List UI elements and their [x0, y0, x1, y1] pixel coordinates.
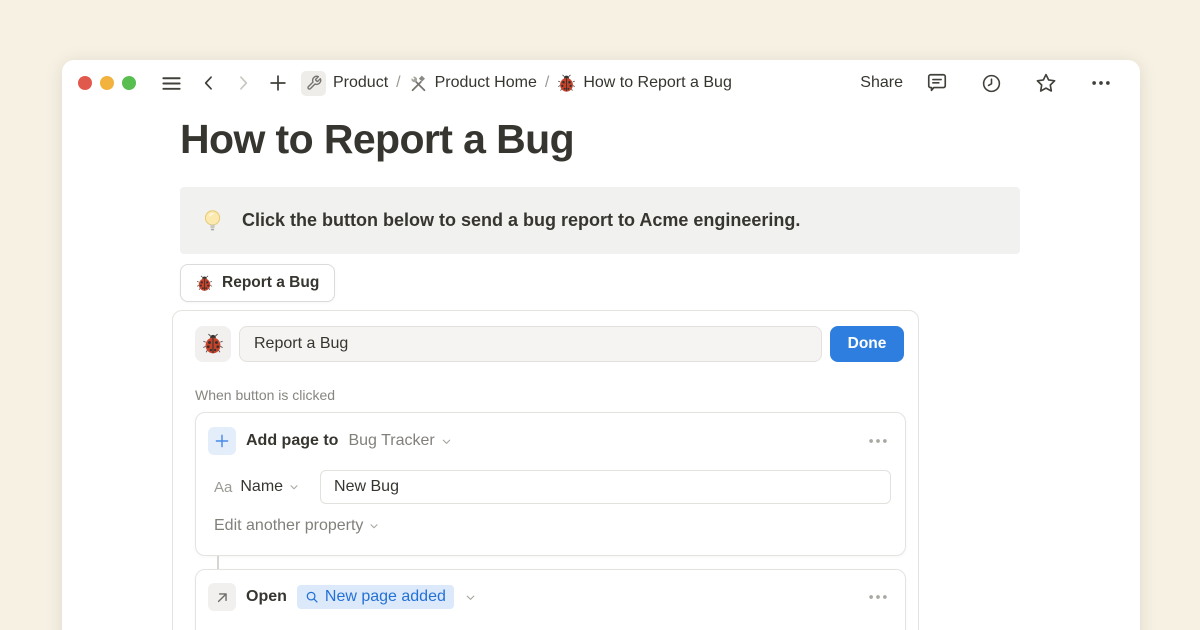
step-options-button[interactable]: [865, 584, 891, 610]
report-a-bug-button[interactable]: Report a Bug: [180, 264, 335, 302]
chevron-down-icon[interactable]: [464, 591, 477, 604]
light-bulb-icon: [200, 208, 225, 233]
arrow-up-right-icon: [208, 583, 236, 611]
database-selector[interactable]: Bug Tracker: [348, 432, 452, 450]
app-window: Product / Product Home / How to Report a…: [62, 60, 1140, 630]
new-page-button[interactable]: [265, 70, 291, 96]
breadcrumb-label: How to Report a Bug: [583, 74, 732, 92]
ladybug-icon: [557, 74, 576, 93]
comments-button[interactable]: [924, 70, 950, 96]
search-icon: [305, 590, 319, 604]
add-page-step-card: Add page to Bug Tracker Aa Name: [195, 412, 906, 556]
step-action-label: Open: [246, 588, 287, 606]
breadcrumb: Product / Product Home / How to Report a…: [301, 71, 732, 96]
hammer-wrench-icon: [409, 74, 428, 93]
button-name-input[interactable]: [239, 326, 822, 362]
sidebar-menu-button[interactable]: [158, 70, 185, 97]
step-action-row: Add page to Bug Tracker: [196, 413, 905, 455]
forward-button[interactable]: [231, 71, 255, 95]
clock-icon: [981, 73, 1002, 94]
chevron-down-icon: [440, 435, 453, 448]
breadcrumb-label: Product Home: [435, 74, 537, 92]
step-options-button[interactable]: [865, 428, 891, 454]
chevron-left-icon: [199, 73, 219, 93]
breadcrumb-item-product[interactable]: Product: [301, 71, 388, 96]
button-editor-panel: Done When button is clicked Add page to …: [172, 310, 919, 630]
edit-another-property-button[interactable]: Edit another property: [214, 517, 380, 535]
callout-block: Click the button below to send a bug rep…: [180, 187, 1020, 254]
step-action-label: Add page to: [246, 432, 338, 450]
button-icon-picker[interactable]: [195, 326, 231, 362]
plus-icon: [267, 72, 289, 94]
report-a-bug-button-label: Report a Bug: [222, 274, 319, 292]
updates-button[interactable]: [979, 71, 1004, 96]
ellipsis-icon: [867, 586, 889, 608]
open-page-step-card: Open New page added: [195, 569, 906, 630]
chevron-down-icon: [368, 520, 380, 532]
desktop-background: Product / Product Home / How to Report a…: [0, 0, 1200, 630]
step-action-row: Open New page added: [196, 570, 905, 611]
close-button[interactable]: [78, 76, 92, 90]
plus-icon: [208, 427, 236, 455]
chevron-right-icon: [233, 73, 253, 93]
button-editor-header: Done: [173, 326, 918, 362]
window-controls: [78, 76, 136, 90]
page-title: How to Report a Bug: [180, 116, 574, 163]
ladybug-icon: [196, 275, 213, 292]
trigger-label: When button is clicked: [195, 387, 335, 403]
edit-another-property-row: Edit another property: [196, 504, 905, 535]
hamburger-icon: [160, 72, 183, 95]
property-value-input[interactable]: [320, 470, 891, 504]
done-button[interactable]: Done: [830, 326, 904, 362]
breadcrumb-separator: /: [545, 74, 549, 92]
window-toolbar: Product / Product Home / How to Report a…: [62, 60, 1140, 106]
chevron-down-icon: [288, 481, 300, 493]
property-type-label: Aa: [214, 479, 232, 496]
breadcrumb-item-product-home[interactable]: Product Home: [409, 74, 537, 93]
zoom-button[interactable]: [122, 76, 136, 90]
breadcrumb-separator: /: [396, 74, 400, 92]
ellipsis-icon: [867, 430, 889, 452]
more-options-button[interactable]: [1088, 70, 1114, 96]
callout-text: Click the button below to send a bug rep…: [242, 210, 800, 231]
ellipsis-icon: [1090, 72, 1112, 94]
open-target-token[interactable]: New page added: [297, 585, 454, 609]
back-button[interactable]: [197, 71, 221, 95]
property-selector-value: Name: [240, 478, 283, 496]
property-selector[interactable]: Name: [240, 478, 300, 496]
ladybug-icon: [202, 333, 224, 355]
property-row: Aa Name: [196, 455, 905, 504]
share-button[interactable]: Share: [860, 74, 903, 92]
wrench-icon: [301, 71, 326, 96]
star-icon: [1035, 72, 1057, 94]
minimize-button[interactable]: [100, 76, 114, 90]
step-connector: [217, 556, 219, 569]
breadcrumb-item-current-page[interactable]: How to Report a Bug: [557, 74, 732, 93]
comment-icon: [926, 72, 948, 94]
open-target-label: New page added: [325, 588, 446, 606]
favorite-button[interactable]: [1033, 70, 1059, 96]
toolbar-actions: Share: [860, 70, 1114, 96]
edit-another-property-label: Edit another property: [214, 517, 363, 535]
breadcrumb-label: Product: [333, 74, 388, 92]
database-selector-value: Bug Tracker: [348, 432, 434, 450]
